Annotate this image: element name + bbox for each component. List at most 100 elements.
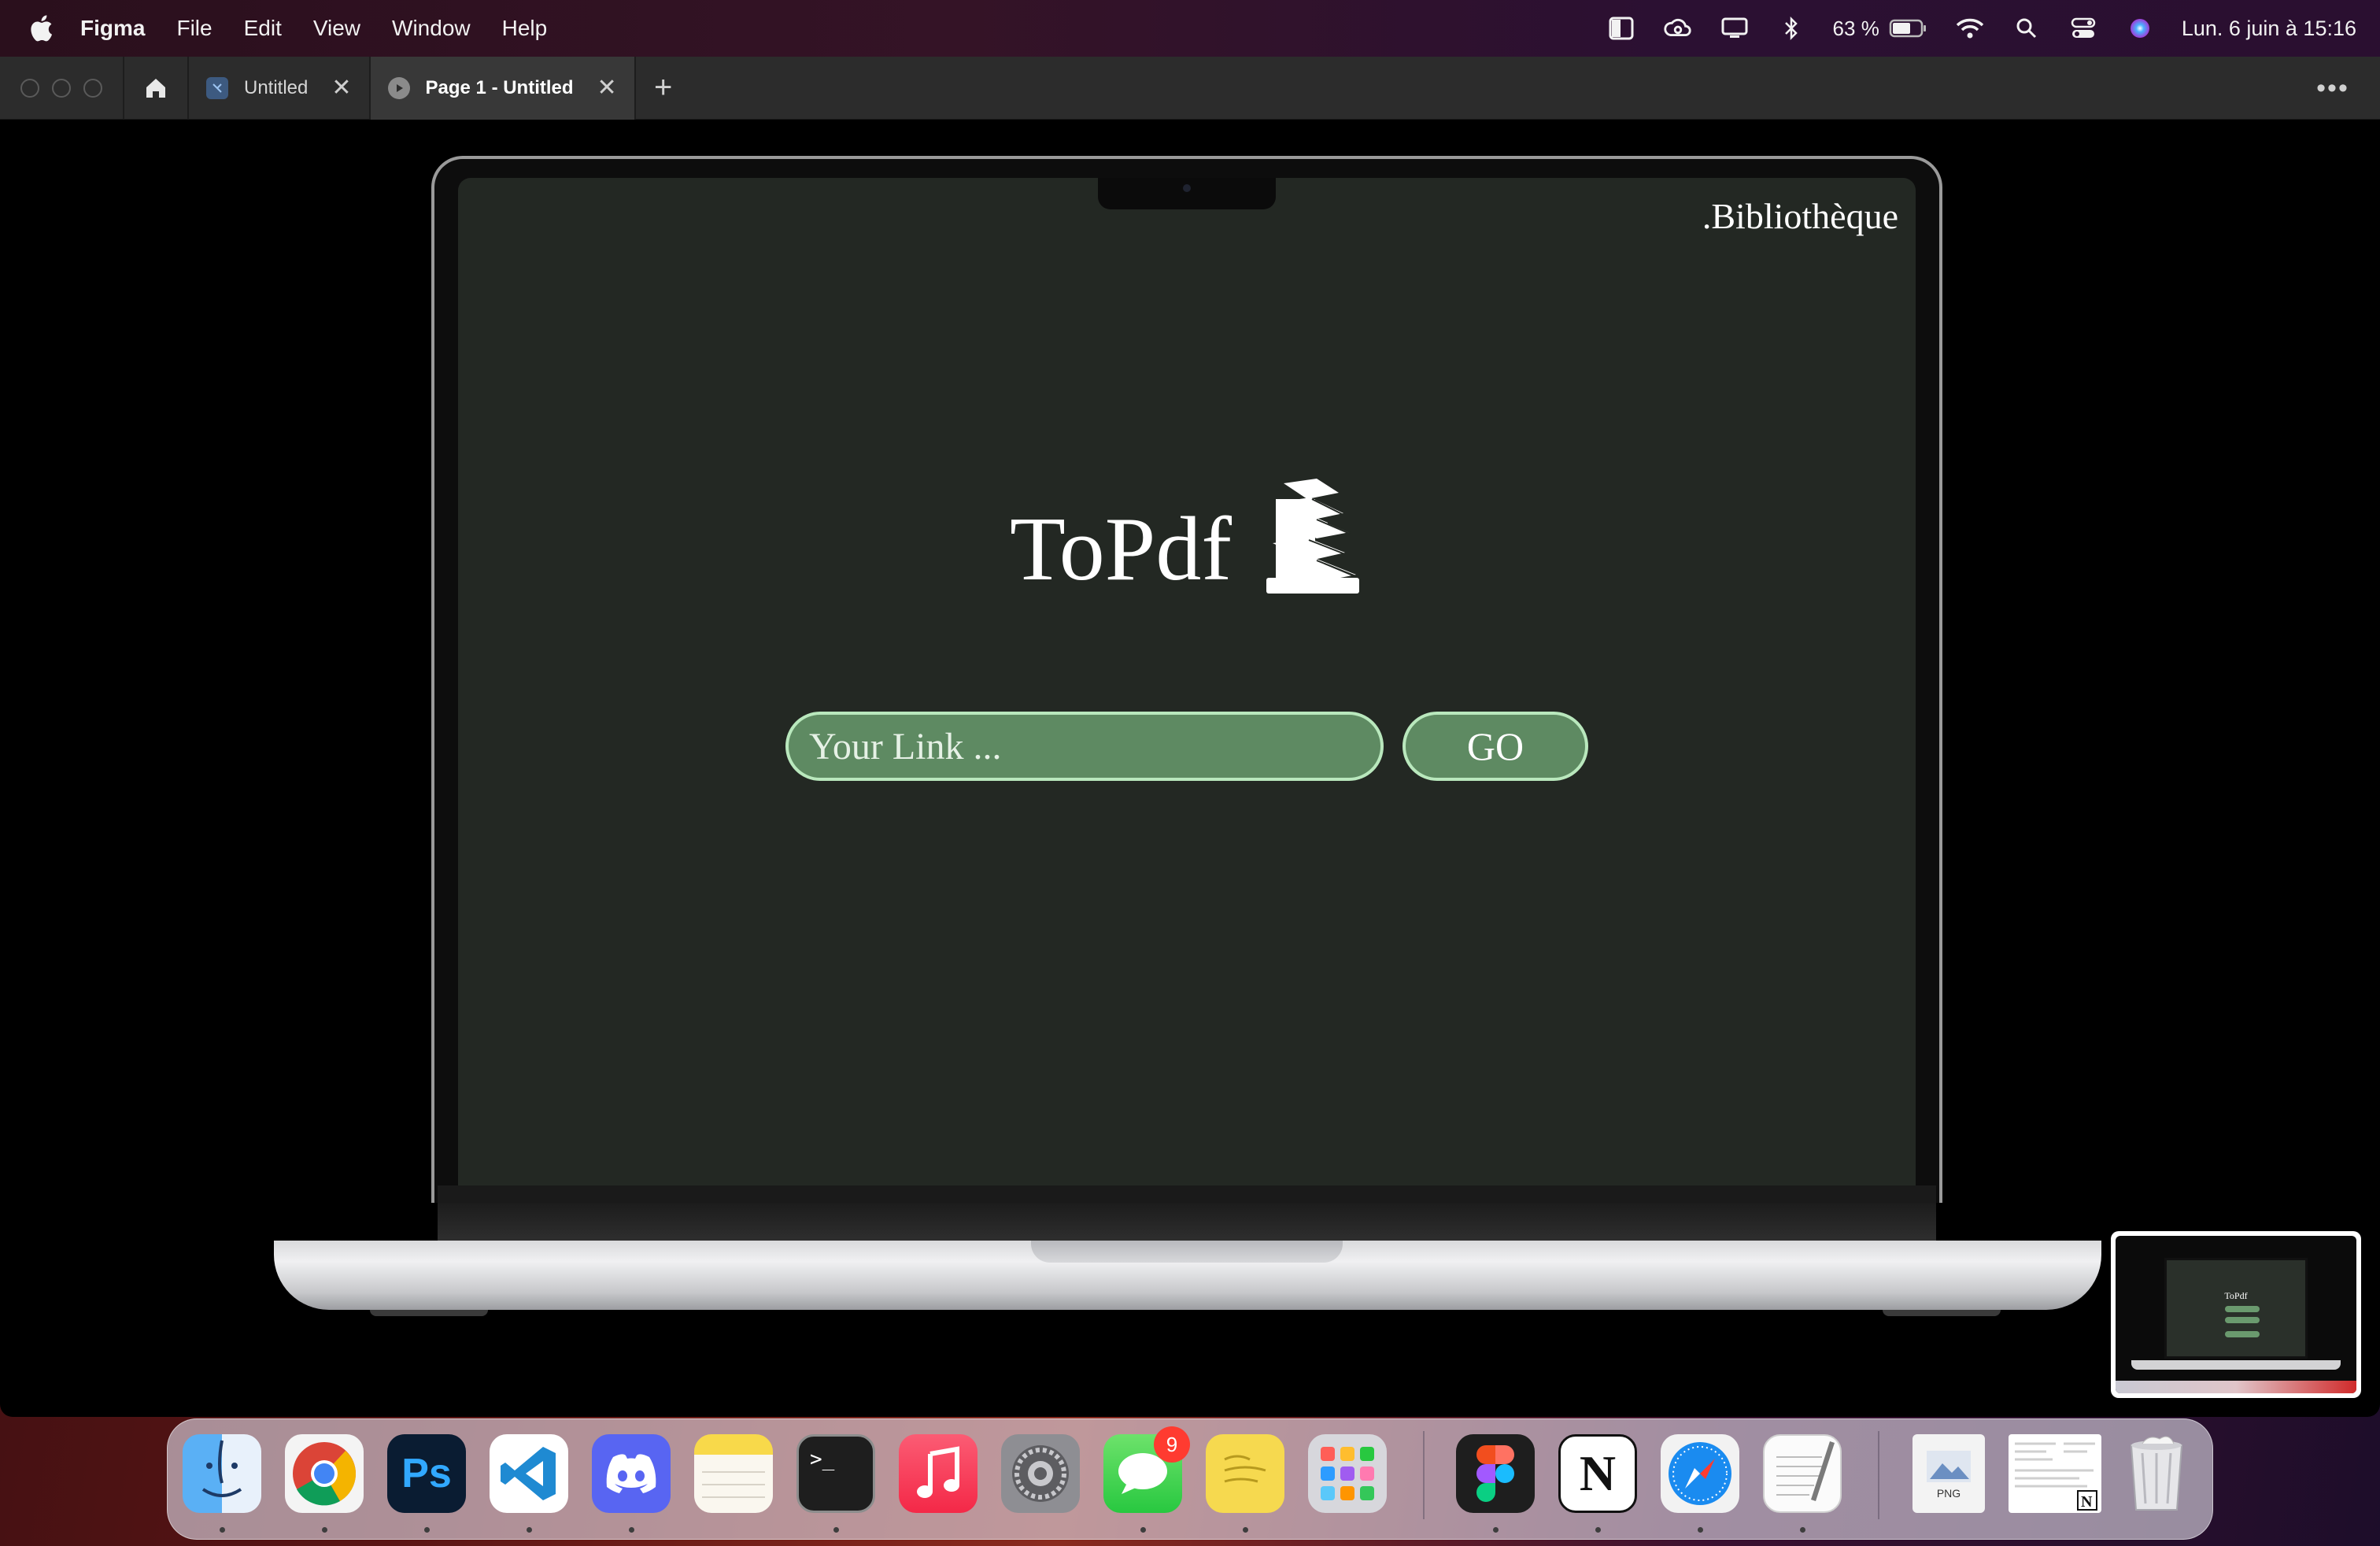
messages-badge: 9 [1154, 1426, 1190, 1463]
prototype-screen: .Bibliothèque ToPdf GO [458, 178, 1916, 1185]
zoom-window-button[interactable] [83, 78, 102, 98]
sidebar-toggle-icon[interactable] [1606, 13, 1636, 43]
play-prototype-icon [387, 76, 410, 99]
terminal-icon[interactable]: >_ [796, 1434, 875, 1513]
finder-icon[interactable] [183, 1434, 261, 1513]
dock-separator [1423, 1431, 1425, 1519]
home-icon [146, 78, 165, 98]
png-file-icon[interactable]: PNG [1913, 1434, 1985, 1513]
thumbnail-field [2225, 1331, 2260, 1337]
launchpad-icon[interactable] [1308, 1434, 1387, 1513]
dock-separator [1878, 1431, 1879, 1519]
thumbnail-laptop-base [2131, 1360, 2341, 1370]
go-button[interactable]: GO [1402, 712, 1588, 781]
link-input[interactable] [785, 712, 1384, 781]
menu-file[interactable]: File [176, 16, 212, 41]
menu-app-name[interactable]: Figma [80, 16, 145, 41]
safari-icon[interactable] [1661, 1434, 1739, 1513]
laptop-opening-notch [1031, 1241, 1343, 1263]
notion-document-icon[interactable]: N [2009, 1434, 2101, 1513]
thumbnail-field [2225, 1306, 2260, 1312]
control-center-icon[interactable] [2068, 13, 2098, 43]
running-indicator [1493, 1527, 1499, 1533]
minimize-window-button[interactable] [52, 78, 71, 98]
running-indicator [1595, 1527, 1601, 1533]
notion-letter: N [1579, 1445, 1617, 1501]
png-label: PNG [1936, 1487, 1961, 1500]
home-button[interactable] [124, 57, 187, 120]
photoshop-icon[interactable]: Ps [387, 1434, 466, 1513]
new-tab-button[interactable]: + [636, 57, 691, 120]
wifi-icon[interactable] [1955, 13, 1985, 43]
menu-edit[interactable]: Edit [244, 16, 282, 41]
chrome-icon[interactable] [285, 1434, 364, 1513]
menu-clock[interactable]: Lun. 6 juin à 15:16 [2182, 17, 2356, 41]
logo-text: ToPdf [1010, 499, 1232, 600]
dock [167, 1418, 2213, 1540]
menu-bar: Figma File Edit View Window Help 63 % Lu… [0, 0, 2380, 57]
stickies-icon[interactable] [1206, 1434, 1284, 1513]
running-indicator [1140, 1527, 1146, 1533]
tab-page-1-untitled[interactable]: Page 1 - Untitled ✕ [370, 57, 634, 120]
display-icon[interactable] [1720, 13, 1750, 43]
screenshot-thumbnail[interactable]: ToPdf [2111, 1231, 2361, 1398]
menu-window[interactable]: Window [392, 16, 471, 41]
trash-icon[interactable] [2117, 1434, 2196, 1513]
thumbnail-screen: ToPdf [2164, 1258, 2308, 1359]
figma-file-icon [206, 76, 228, 99]
notion-icon[interactable]: N [1558, 1434, 1637, 1513]
svg-text:N: N [2081, 1493, 2093, 1511]
book-stack-icon [1266, 479, 1359, 594]
tab-label: Page 1 - Untitled [425, 76, 574, 98]
running-indicator [527, 1527, 532, 1533]
bluetooth-icon[interactable] [1776, 13, 1806, 43]
menu-help[interactable]: Help [502, 16, 548, 41]
notes-icon[interactable] [694, 1434, 773, 1513]
running-indicator [424, 1527, 430, 1533]
thumbnail-dock [2116, 1381, 2356, 1393]
more-options-button[interactable]: ••• [2301, 57, 2364, 120]
laptop-foot [370, 1310, 488, 1316]
running-indicator [833, 1527, 839, 1533]
vscode-icon[interactable] [490, 1434, 568, 1513]
thumbnail-logo: ToPdf [2224, 1290, 2248, 1301]
running-indicator [220, 1527, 225, 1533]
running-indicator [629, 1527, 634, 1533]
window-controls [20, 78, 102, 98]
tab-bar: Untitled ✕ Page 1 - Untitled ✕ + ••• [0, 57, 2380, 120]
library-link[interactable]: .Bibliothèque [1702, 195, 1898, 237]
figma-icon[interactable] [1456, 1434, 1535, 1513]
menu-view[interactable]: View [313, 16, 360, 41]
apple-icon[interactable] [28, 14, 54, 43]
creative-cloud-icon[interactable] [1663, 13, 1693, 43]
battery-percentage: 63 % [1832, 16, 1879, 40]
tab-label: Untitled [244, 76, 309, 98]
tab-untitled[interactable]: Untitled ✕ [189, 57, 369, 120]
camera-notch [1098, 178, 1276, 209]
laptop-foot [1883, 1310, 2001, 1316]
close-window-button[interactable] [20, 78, 39, 98]
camera-icon [1183, 184, 1191, 192]
plus-icon: + [654, 70, 673, 105]
thumbnail-field [2225, 1317, 2260, 1323]
running-indicator [1698, 1527, 1703, 1533]
logo: ToPdf [458, 461, 1916, 595]
close-tab-icon[interactable]: ✕ [331, 74, 351, 102]
textedit-icon[interactable] [1763, 1434, 1842, 1513]
thumbnail-image: ToPdf [2116, 1236, 2356, 1393]
music-icon[interactable] [899, 1434, 978, 1513]
ellipsis-icon: ••• [2316, 72, 2349, 103]
laptop-hinge [438, 1203, 1936, 1241]
screen-bezel-bottom [438, 1185, 1936, 1203]
running-indicator [1243, 1527, 1248, 1533]
battery-icon[interactable] [1889, 13, 1928, 43]
system-settings-icon[interactable] [1001, 1434, 1080, 1513]
close-tab-icon[interactable]: ✕ [597, 74, 617, 102]
siri-icon[interactable] [2125, 13, 2155, 43]
photoshop-letters: Ps [401, 1451, 452, 1496]
terminal-prompt: >_ [810, 1448, 835, 1471]
running-indicator [322, 1527, 327, 1533]
discord-icon[interactable] [592, 1434, 671, 1513]
spotlight-search-icon[interactable] [2012, 13, 2042, 43]
running-indicator [1800, 1527, 1805, 1533]
